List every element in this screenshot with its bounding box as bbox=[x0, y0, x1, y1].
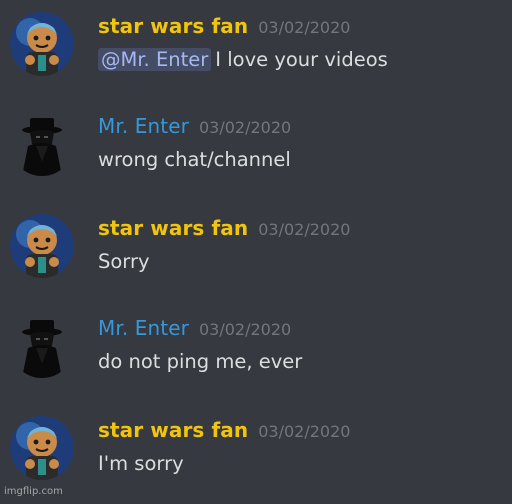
message-header: Mr. Enter 03/02/2020 bbox=[98, 316, 291, 340]
username[interactable]: star wars fan bbox=[98, 14, 248, 38]
gingerbread-avatar-icon bbox=[10, 214, 74, 278]
username[interactable]: star wars fan bbox=[98, 418, 248, 442]
message-header: Mr. Enter 03/02/2020 bbox=[98, 114, 291, 138]
message-content: do not ping me, ever bbox=[98, 350, 302, 373]
shadow-figure-avatar[interactable] bbox=[10, 112, 74, 176]
chat-message: Mr. Enter 03/02/2020 do not ping me, ever bbox=[0, 302, 512, 402]
timestamp: 03/02/2020 bbox=[198, 320, 292, 339]
message-header: star wars fan 03/02/2020 bbox=[98, 216, 350, 240]
watermark: imgflip.com bbox=[4, 486, 63, 497]
message-text: Sorry bbox=[98, 250, 150, 273]
gingerbread-avatar-icon bbox=[10, 12, 74, 76]
chat-message: Mr. Enter 03/02/2020 wrong chat/channel bbox=[0, 100, 512, 200]
chat-message: star wars fan 03/02/2020 Sorry bbox=[0, 202, 512, 302]
chat-message: star wars fan 03/02/2020 @Mr. Enter I love… bbox=[0, 0, 512, 100]
message-content: I'm sorry bbox=[98, 452, 184, 475]
timestamp: 03/02/2020 bbox=[258, 422, 351, 441]
message-content: Sorry bbox=[98, 250, 150, 273]
message-header: star wars fan 03/02/2020 bbox=[98, 14, 350, 38]
timestamp: 03/02/2020 bbox=[258, 18, 351, 37]
shadow-figure-avatar-icon bbox=[10, 112, 74, 176]
shadow-figure-avatar[interactable] bbox=[10, 314, 74, 378]
username[interactable]: Mr. Enter bbox=[98, 316, 189, 340]
gingerbread-avatar-icon bbox=[10, 416, 74, 480]
timestamp: 03/02/2020 bbox=[198, 118, 292, 137]
message-content: wrong chat/channel bbox=[98, 148, 291, 171]
chat-message: star wars fan 03/02/2020 I'm sorry bbox=[0, 404, 512, 504]
username[interactable]: star wars fan bbox=[98, 216, 248, 240]
message-content: @Mr. Enter I love your videos bbox=[98, 48, 388, 71]
gingerbread-avatar[interactable] bbox=[10, 416, 74, 480]
message-text: wrong chat/channel bbox=[98, 148, 291, 171]
gingerbread-avatar[interactable] bbox=[10, 12, 74, 76]
user-mention[interactable]: @Mr. Enter bbox=[98, 48, 212, 71]
message-header: star wars fan 03/02/2020 bbox=[98, 418, 350, 442]
gingerbread-avatar[interactable] bbox=[10, 214, 74, 278]
timestamp: 03/02/2020 bbox=[258, 220, 351, 239]
chat-log: star wars fan 03/02/2020 @Mr. Enter I love… bbox=[0, 0, 512, 500]
shadow-figure-avatar-icon bbox=[10, 314, 74, 378]
message-text: do not ping me, ever bbox=[98, 350, 303, 373]
username[interactable]: Mr. Enter bbox=[98, 114, 189, 138]
message-text: I'm sorry bbox=[98, 452, 184, 475]
message-text: I love your videos bbox=[215, 48, 388, 71]
